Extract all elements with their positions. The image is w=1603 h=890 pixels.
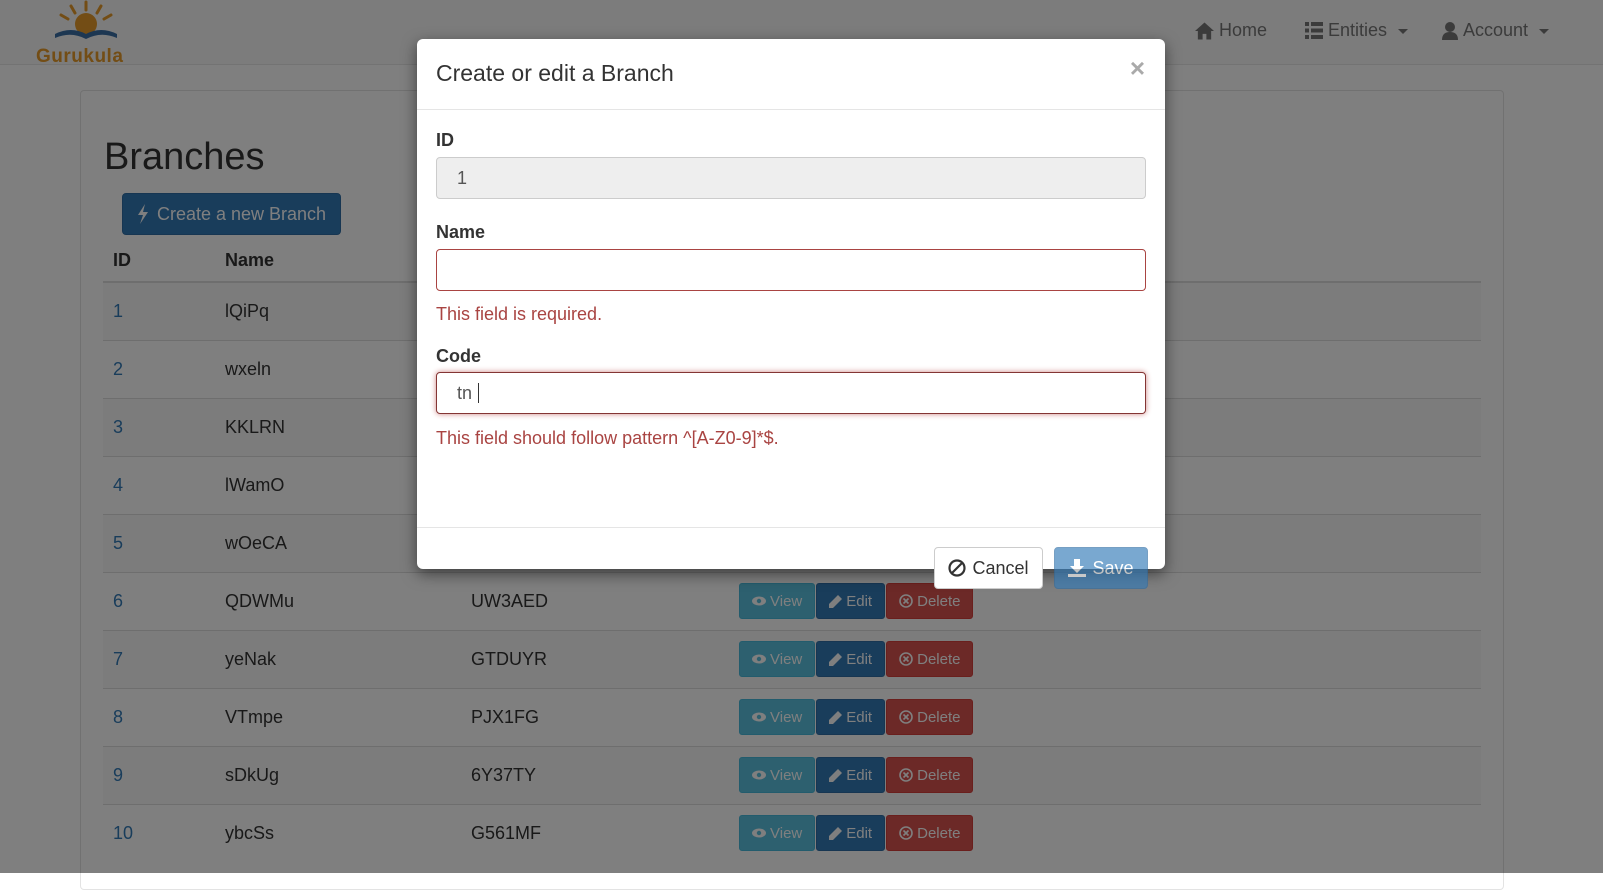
download-icon — [1068, 559, 1087, 577]
code-field-label: Code — [436, 346, 481, 366]
ban-icon — [948, 559, 967, 577]
id-field-label: ID — [436, 130, 454, 150]
modal-title: Create or edit a Branch — [436, 60, 674, 86]
save-button[interactable]: Save — [1054, 547, 1148, 589]
modal-header: Create or edit a Branch × — [417, 39, 1165, 110]
code-field[interactable]: tn — [436, 372, 1146, 414]
save-label: Save — [1092, 557, 1134, 578]
modal-footer-divider — [417, 527, 1165, 528]
cancel-button[interactable]: Cancel — [934, 547, 1043, 589]
code-field-value: tn — [457, 382, 473, 403]
cancel-label: Cancel — [972, 557, 1029, 578]
name-field[interactable] — [436, 249, 1146, 291]
close-icon[interactable]: × — [1130, 53, 1145, 84]
id-field: 1 — [436, 157, 1146, 199]
branch-edit-dialog: Create or edit a Branch × ID 1 Name This… — [417, 39, 1165, 589]
code-field-error: This field should follow pattern ^[A-Z0-… — [436, 428, 779, 448]
name-field-error: This field is required. — [436, 304, 603, 324]
id-field-value: 1 — [457, 167, 468, 188]
name-field-label: Name — [436, 222, 486, 242]
text-cursor — [478, 383, 480, 403]
